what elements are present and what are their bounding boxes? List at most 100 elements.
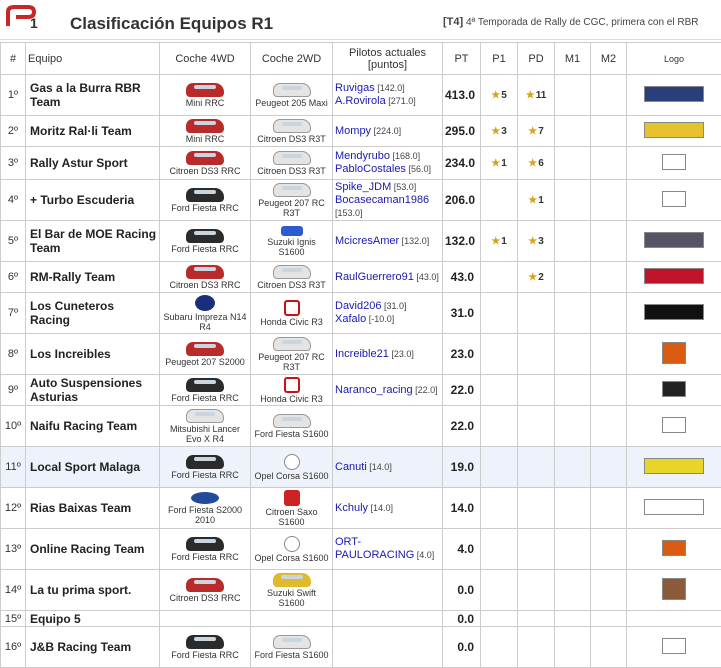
- team-name[interactable]: Online Racing Team: [26, 529, 160, 570]
- car-2wd-name: Peugeot 205 Maxi: [255, 98, 328, 108]
- table-row[interactable]: 11ºLocal Sport MalagaFord Fiesta RRCOpel…: [1, 447, 721, 488]
- car-2wd-cell: Suzuki Swift S1600: [251, 570, 333, 611]
- col-pt[interactable]: PT: [443, 43, 481, 75]
- table-row[interactable]: 7ºLos Cuneteros RacingSubaru Impreza N14…: [1, 293, 721, 334]
- car-2wd-cell: Honda Civic R3: [251, 293, 333, 334]
- col-car4wd[interactable]: Coche 4WD: [160, 43, 251, 75]
- car-2wd: Citroen DS3 R3T: [253, 119, 330, 144]
- col-pd[interactable]: PD: [518, 43, 555, 75]
- car-4wd: Mini RRC: [162, 119, 248, 144]
- pilot-link[interactable]: Naranco_racing: [335, 384, 413, 396]
- car-icon: [186, 119, 224, 133]
- table-row[interactable]: 12ºRias Baixas TeamFord Fiesta S2000 201…: [1, 488, 721, 529]
- col-logo[interactable]: Logo: [627, 43, 721, 75]
- pilot-link[interactable]: RaulGuerrero91: [335, 271, 414, 283]
- col-pilots[interactable]: Pilotos actuales [puntos]: [333, 43, 443, 75]
- car-2wd: Peugeot 207 RC R3T: [253, 337, 330, 372]
- pd-cell: [518, 570, 555, 611]
- citroen-logo-icon: [284, 490, 300, 506]
- pilot-link[interactable]: McicresAmer: [335, 235, 399, 247]
- logo-cell: [627, 147, 721, 180]
- pilot-link[interactable]: Mendyrubo: [335, 150, 390, 162]
- pilots-cell: Kchuly [14.0]: [333, 488, 443, 529]
- table-row[interactable]: 5ºEl Bar de MOE Racing TeamFord Fiesta R…: [1, 221, 721, 262]
- pilot-link[interactable]: Mompy: [335, 125, 371, 137]
- logo-cell: [627, 447, 721, 488]
- car-4wd-cell: Ford Fiesta RRC: [160, 627, 251, 668]
- team-logo-icon: [644, 458, 704, 474]
- m1-cell: [555, 293, 591, 334]
- team-name[interactable]: La tu prima sport.: [26, 570, 160, 611]
- car-2wd-name: Peugeot 207 RC R3T: [253, 198, 330, 218]
- pilot-link[interactable]: ORT-PAULORACING: [335, 536, 414, 561]
- team-name[interactable]: Local Sport Malaga: [26, 447, 160, 488]
- row-position: 13º: [1, 529, 26, 570]
- table-row[interactable]: 6ºRM-Rally TeamCitroen DS3 RRCCitroen DS…: [1, 262, 721, 293]
- team-name[interactable]: Moritz Ral·li Team: [26, 116, 160, 147]
- table-row[interactable]: 8ºLos IncreiblesPeugeot 207 S2000Peugeot…: [1, 334, 721, 375]
- table-row[interactable]: 16ºJ&B Racing TeamFord Fiesta RRCFord Fi…: [1, 627, 721, 668]
- pilot-link[interactable]: Increible21: [335, 348, 389, 360]
- table-row[interactable]: 10ºNaifu Racing TeamMitsubishi Lancer Ev…: [1, 406, 721, 447]
- pilot-link[interactable]: Xafalo: [335, 313, 366, 325]
- pilots-cell: Mendyrubo [168.0]PabloCostales [56.0]: [333, 147, 443, 180]
- page-header: 1 Clasificación Equipos R1 [T4] 4ª Tempo…: [0, 0, 721, 40]
- team-name[interactable]: J&B Racing Team: [26, 627, 160, 668]
- team-name[interactable]: Rally Astur Sport: [26, 147, 160, 180]
- team-name[interactable]: Los Increibles: [26, 334, 160, 375]
- team-logo-icon: [644, 232, 704, 248]
- table-row[interactable]: 2ºMoritz Ral·li TeamMini RRCCitroen DS3 …: [1, 116, 721, 147]
- table-row[interactable]: 3ºRally Astur SportCitroen DS3 RRCCitroe…: [1, 147, 721, 180]
- car-2wd-cell: Ford Fiesta S1600: [251, 406, 333, 447]
- pilot-link[interactable]: Ruvigas: [335, 82, 375, 94]
- team-name[interactable]: Los Cuneteros Racing: [26, 293, 160, 334]
- team-name[interactable]: Rias Baixas Team: [26, 488, 160, 529]
- pilot-link[interactable]: Kchuly: [335, 502, 368, 514]
- col-team[interactable]: Equipo: [26, 43, 160, 75]
- m2-cell: [591, 221, 627, 262]
- pilot-link[interactable]: David206: [335, 300, 381, 312]
- table-row[interactable]: 4º+ Turbo EscuderiaFord Fiesta RRCPeugeo…: [1, 180, 721, 221]
- pilot-link[interactable]: Canuti: [335, 461, 367, 473]
- team-name[interactable]: RM-Rally Team: [26, 262, 160, 293]
- p1-cell: [481, 570, 518, 611]
- team-name[interactable]: + Turbo Escuderia: [26, 180, 160, 221]
- team-name[interactable]: El Bar de MOE Racing Team: [26, 221, 160, 262]
- team-logo-icon: [662, 381, 686, 397]
- table-row[interactable]: 9ºAuto Suspensiones AsturiasFord Fiesta …: [1, 375, 721, 406]
- m2-cell: [591, 75, 627, 116]
- table-row[interactable]: 15ºEquipo 50.0: [1, 611, 721, 627]
- col-pos[interactable]: #: [1, 43, 26, 75]
- trophy-icon: 11: [526, 90, 547, 101]
- car-4wd-name: Subaru Impreza N14 R4: [162, 312, 248, 332]
- car-2wd-cell: Citroen DS3 R3T: [251, 147, 333, 180]
- table-row[interactable]: 14ºLa tu prima sport.Citroen DS3 RRCSuzu…: [1, 570, 721, 611]
- col-m2[interactable]: M2: [591, 43, 627, 75]
- m2-cell: [591, 116, 627, 147]
- pilot-link[interactable]: A.Rovirola: [335, 95, 386, 107]
- table-row[interactable]: 1ºGas a la Burra RBR TeamMini RRCPeugeot…: [1, 75, 721, 116]
- pilots-cell: Canuti [14.0]: [333, 447, 443, 488]
- team-name[interactable]: Naifu Racing Team: [26, 406, 160, 447]
- table-row[interactable]: 13ºOnline Racing TeamFord Fiesta RRCOpel…: [1, 529, 721, 570]
- car-4wd-name: Citroen DS3 RRC: [169, 166, 240, 176]
- pilot-link[interactable]: Bocasecaman1986: [335, 194, 429, 206]
- pd-cell: [518, 488, 555, 529]
- m1-cell: [555, 447, 591, 488]
- car-icon: [186, 229, 224, 243]
- car-4wd-name: Ford Fiesta RRC: [171, 393, 239, 403]
- pilot-link[interactable]: PabloCostales: [335, 163, 406, 175]
- col-p1[interactable]: P1: [481, 43, 518, 75]
- logo-cell: [627, 262, 721, 293]
- team-name[interactable]: Auto Suspensiones Asturias: [26, 375, 160, 406]
- pilot-link[interactable]: Spike_JDM: [335, 181, 391, 193]
- m1-cell: [555, 488, 591, 529]
- col-m1[interactable]: M1: [555, 43, 591, 75]
- points-total: 43.0: [443, 262, 481, 293]
- team-name[interactable]: Equipo 5: [26, 611, 160, 627]
- points-total: 19.0: [443, 447, 481, 488]
- team-name[interactable]: Gas a la Burra RBR Team: [26, 75, 160, 116]
- m2-cell: [591, 334, 627, 375]
- col-car2wd[interactable]: Coche 2WD: [251, 43, 333, 75]
- car-4wd: Ford Fiesta S2000 2010: [162, 492, 248, 525]
